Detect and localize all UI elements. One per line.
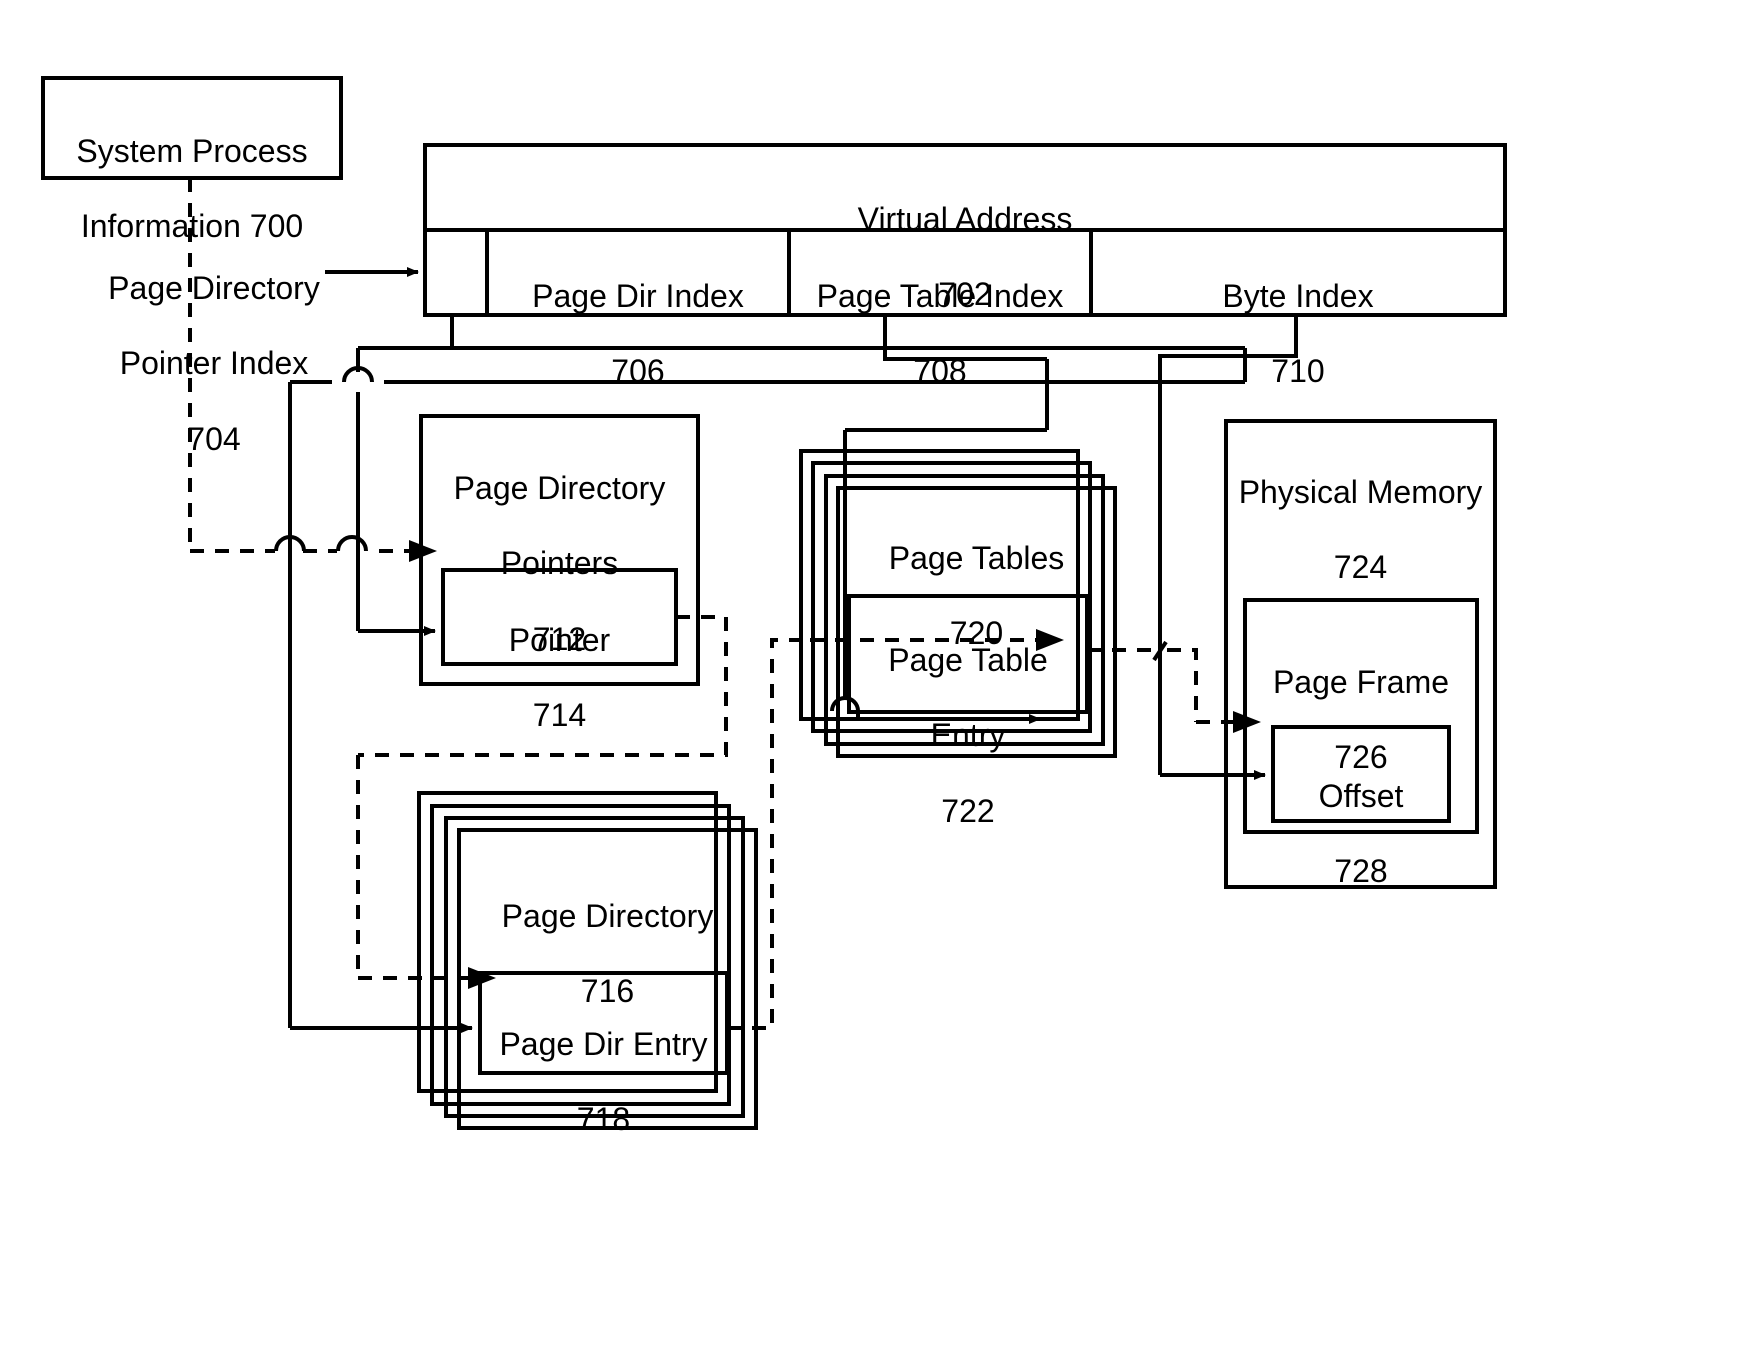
label-page-table-index-ref: 708 [913,353,967,390]
label-physical-memory-ref: 724 [1333,549,1388,586]
label-page-dir-entry-ref: 718 [576,1101,631,1138]
label-pte-line1: Page Table [888,641,1048,678]
label-page-directory-title: Page Directory [501,897,714,934]
label-page-table-entry-722: Page Table Entry 722 [849,604,1087,868]
label-page-tables-title: Page Tables [888,539,1065,576]
label-pointer-ref: 714 [532,697,587,734]
label-virtual-address-title: Virtual Address [857,200,1073,237]
label-page-dir-index-title: Page Dir Index [532,277,744,314]
label-offset-728: Offset 728 [1273,740,1449,929]
dash-722-mid [1167,648,1198,722]
label-page-table-index: Page Table Index 708 [789,240,1091,429]
label-offset-title: Offset [1318,777,1404,814]
label-page-dir-index: Page Dir Index 706 [487,240,789,429]
hop-arc-700-over-358 [336,535,368,552]
label-page-dir-index-ref: 706 [611,353,665,390]
label-pte-line2: Entry [930,717,1006,754]
label-physical-memory-title: Physical Memory [1238,473,1483,510]
label-byte-index-ref: 710 [1271,353,1325,390]
label-pointer-title: Pointer [508,621,611,658]
label-pointer-714: Pointer 714 [443,584,676,773]
label-page-dir-entry-718: Page Dir Entry 718 [480,988,727,1177]
label-page-dir-entry-title: Page Dir Entry [499,1025,708,1062]
label-pdp-index-line2: Pointer Index [119,345,309,382]
label-byte-index-title: Byte Index [1222,277,1374,314]
label-pte-ref: 722 [941,792,995,829]
label-page-table-index-title: Page Table Index [816,277,1064,314]
label-system-process-information-line1: System Process [76,132,308,169]
label-page-frame-title: Page Frame [1272,663,1450,700]
label-byte-index: Byte Index 710 [1091,240,1505,429]
label-pdp-index-ref: 704 [187,420,241,457]
figure-canvas: System Process Information 700 Page Dire… [0,0,1750,1348]
label-pdp-line2: Pointers [500,545,619,582]
label-physical-memory: Physical Memory 724 [1226,436,1495,625]
label-offset-ref: 728 [1334,853,1388,890]
label-page-directory-pointer-index: Page Directory Pointer Index 704 [100,232,328,496]
label-pdp-line1: Page Directory [453,469,666,506]
label-pdp-index-line1: Page Directory [108,269,320,306]
